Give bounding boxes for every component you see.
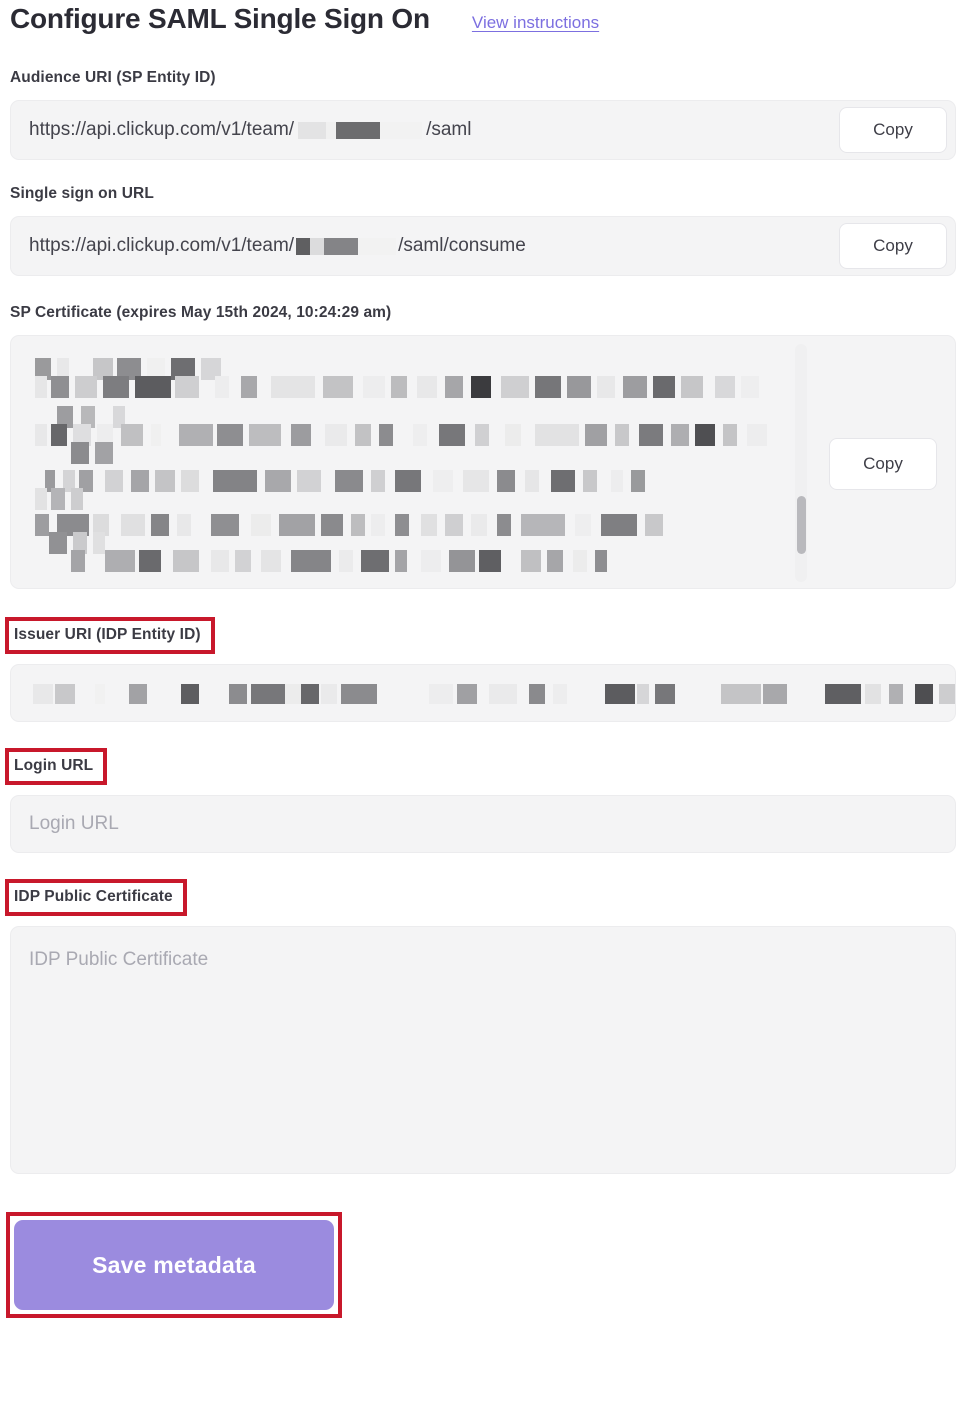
page-title: Configure SAML Single Sign On bbox=[10, 3, 430, 34]
issuer-uri-field[interactable] bbox=[10, 664, 956, 722]
idp-public-certificate-label: IDP Public Certificate bbox=[14, 888, 173, 905]
sp-certificate-scrollbar[interactable] bbox=[795, 344, 807, 582]
login-url-field[interactable]: Login URL bbox=[10, 795, 956, 853]
sp-certificate-label-wrap: SP Certificate (expires May 15th 2024, 1… bbox=[10, 303, 391, 323]
save-metadata-highlight: Save metadata bbox=[6, 1212, 342, 1318]
issuer-uri-label: Issuer URI (IDP Entity ID) bbox=[14, 626, 201, 643]
sp-certificate-copy-button[interactable]: Copy bbox=[829, 438, 937, 490]
idp-public-certificate-field[interactable]: IDP Public Certificate bbox=[10, 926, 956, 1174]
saml-configuration-page: Configure SAML Single Sign On View instr… bbox=[0, 0, 966, 1418]
audience-uri-suffix: /saml bbox=[426, 119, 472, 140]
sp-certificate-scrollbar-thumb[interactable] bbox=[797, 496, 806, 554]
idp-public-certificate-label-highlight: IDP Public Certificate bbox=[5, 879, 187, 916]
audience-uri-value: https://api.clickup.com/v1/team/ /saml bbox=[29, 119, 839, 141]
login-url-label-highlight: Login URL bbox=[5, 748, 108, 785]
sso-url-label: Single sign on URL bbox=[10, 185, 154, 202]
idp-public-certificate-placeholder[interactable]: IDP Public Certificate bbox=[29, 949, 208, 970]
page-header: Configure SAML Single Sign On View instr… bbox=[10, 0, 956, 48]
sp-certificate-label: SP Certificate (expires May 15th 2024, 1… bbox=[10, 304, 392, 321]
audience-uri-label: Audience URI (SP Entity ID) bbox=[10, 69, 216, 86]
audience-uri-prefix: https://api.clickup.com/v1/team/ bbox=[29, 119, 295, 140]
view-instructions-link[interactable]: View instructions bbox=[472, 12, 599, 34]
issuer-uri-value bbox=[29, 665, 955, 721]
sso-url-label-wrap: Single sign on URL bbox=[10, 184, 154, 204]
audience-uri-copy-button[interactable]: Copy bbox=[839, 107, 947, 153]
audience-uri-label-wrap: Audience URI (SP Entity ID) bbox=[10, 68, 216, 88]
sso-url-field[interactable]: https://api.clickup.com/v1/team/ /saml/c… bbox=[10, 216, 956, 276]
audience-uri-field[interactable]: https://api.clickup.com/v1/team/ /saml C… bbox=[10, 100, 956, 160]
save-metadata-button[interactable]: Save metadata bbox=[14, 1220, 334, 1310]
sp-certificate-field[interactable]: Copy bbox=[10, 335, 956, 589]
audience-uri-redacted-id bbox=[298, 121, 423, 139]
issuer-uri-label-highlight: Issuer URI (IDP Entity ID) bbox=[5, 617, 215, 654]
sso-url-suffix: /saml/consume bbox=[398, 235, 526, 256]
sso-url-prefix: https://api.clickup.com/v1/team/ bbox=[29, 235, 295, 256]
sso-url-redacted-id bbox=[296, 237, 397, 255]
sso-url-copy-button[interactable]: Copy bbox=[839, 223, 947, 269]
issuer-uri-redacted-value bbox=[33, 684, 955, 704]
login-url-input-placeholder[interactable]: Login URL bbox=[29, 813, 119, 835]
login-url-label: Login URL bbox=[14, 757, 94, 774]
sp-certificate-redacted-content bbox=[11, 336, 801, 588]
sso-url-value: https://api.clickup.com/v1/team/ /saml/c… bbox=[29, 235, 839, 257]
